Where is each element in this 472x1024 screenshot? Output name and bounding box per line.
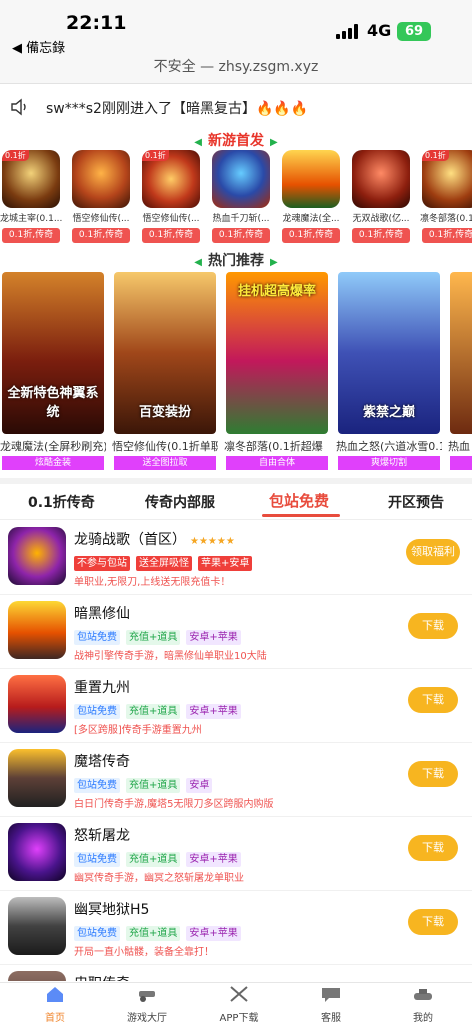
url-bar[interactable]: 不安全 — zhsy.zsgm.xyz (0, 58, 472, 84)
swords-icon (230, 986, 248, 1002)
category-tabs: 0.1折传奇 传奇内部服 包站免费 开区预告 (0, 478, 472, 520)
game-icon (8, 527, 66, 585)
game-thumbnail: 0.1折 (2, 150, 60, 208)
new-games-heading: ◀ 新游首发 ▶ (194, 133, 278, 149)
new-game-card[interactable]: 悟空修仙传(... 0.1折,传奇 (70, 150, 132, 243)
clock: 22:11 (66, 12, 127, 34)
arrow-left-icon: ◀ (194, 257, 202, 268)
list-item[interactable]: 龙骑战歌（首区） ★★★★★ 不参与包站 送全屏吸怪 苹果+安卓 单职业,无限刀,上线… (0, 521, 472, 595)
game-icon (8, 675, 66, 733)
notice-text: sw***s2刚刚进入了【暗黑复古】🔥🔥🔥 (46, 101, 309, 117)
new-game-card[interactable]: 0.1折 凛冬部落(0.1... 0.1折,传奇 (420, 150, 472, 243)
new-games-row: 0.1折 龙城主宰(0.1... 0.1折,传奇 悟空修仙传(... 0.1折,… (0, 150, 472, 245)
new-game-card[interactable]: 龙魂魔法(全... 0.1折,传奇 (280, 150, 342, 243)
download-button[interactable]: 下载 (408, 835, 458, 861)
nav-home[interactable]: 首页 (8, 985, 102, 1024)
game-icon (8, 749, 66, 807)
game-icon (8, 601, 66, 659)
game-thumbnail: 0.1折 (142, 150, 200, 208)
arrow-right-icon: ▶ (270, 137, 278, 148)
list-item[interactable]: 忠职传奇 (0, 965, 472, 981)
game-icon (8, 897, 66, 955)
active-tab-indicator (262, 514, 340, 517)
cannon-icon (139, 991, 155, 1002)
new-game-card[interactable]: 0.1折 悟空修仙传(... 0.1折,传奇 (140, 150, 202, 243)
download-button[interactable]: 下载 (408, 687, 458, 713)
game-poster: 全新特色神翼系统 (2, 272, 104, 434)
game-poster: 紫禁之巅 (338, 272, 440, 434)
tab-internal-server[interactable]: 传奇内部服 (145, 492, 215, 512)
bottom-nav: 首页 游戏大厅 APP下载 客服 我的 (0, 982, 472, 1024)
hot-game-card[interactable]: 挂机超高爆率 凛冬部落(0.1折超爆 自由合体 (224, 272, 330, 470)
new-game-card[interactable]: 热血千刀斩(... 0.1折,传奇 (210, 150, 272, 243)
game-icon (8, 823, 66, 881)
speaker-icon (11, 98, 26, 116)
signal-icon (336, 23, 360, 39)
new-game-card[interactable]: 无双战歌(亿... 0.1折,传奇 (350, 150, 412, 243)
game-thumbnail (212, 150, 270, 208)
game-list: 龙骑战歌（首区） ★★★★★ 不参与包站 送全屏吸怪 苹果+安卓 单职业,无限刀,上线… (0, 521, 472, 981)
download-button[interactable]: 下载 (408, 909, 458, 935)
game-thumbnail (282, 150, 340, 208)
game-thumbnail: 0.1折 (422, 150, 472, 208)
nav-game-hall[interactable]: 游戏大厅 (100, 985, 194, 1024)
nav-profile[interactable]: 我的 (376, 985, 470, 1024)
notice-bar: sw***s2刚刚进入了【暗黑复古】🔥🔥🔥 (0, 90, 472, 124)
list-item[interactable]: 暗黑修仙 包站免费 充值+道具 安卓+苹果 战神引擎传奇手游，暗黑修仙单职业10大陆… (0, 595, 472, 669)
tab-discount[interactable]: 0.1折传奇 (28, 492, 95, 512)
download-button[interactable]: 下载 (408, 613, 458, 639)
hot-games-heading: ◀ 热门推荐 ▶ (194, 253, 278, 269)
list-item[interactable]: 重置九州 包站免费 充值+道具 安卓+苹果 [多区跨服]传奇手游重置九州 下载 (0, 669, 472, 743)
arrow-left-icon: ◀ (194, 137, 202, 148)
nav-customer-service[interactable]: 客服 (284, 985, 378, 1024)
game-poster: 挂机超高爆率 (226, 272, 328, 434)
tab-server-preview[interactable]: 开区预告 (388, 492, 444, 512)
list-item[interactable]: 怒斩屠龙 包站免费 充值+道具 安卓+苹果 幽冥传奇手游，幽冥之怒斩屠龙单职业 下载 (0, 817, 472, 891)
nav-app-download[interactable]: APP下载 (192, 985, 286, 1024)
hot-games-row: 全新特色神翼系统 龙魂魔法(全屏秒刷充) 炫酷金装 百变装扮 悟空修仙传(0.1… (0, 272, 472, 470)
game-thumbnail (352, 150, 410, 208)
hot-game-card[interactable]: 紫禁之巅 热血之怒(六道冰雪0.1 爽爆切割 (336, 272, 442, 470)
back-to-app-link[interactable]: ◀ 備忘錄 (12, 37, 65, 56)
tank-icon (414, 989, 432, 1000)
status-bar: 22:11 ◀ 備忘錄 4G 69 (0, 0, 472, 58)
download-button[interactable]: 下载 (408, 761, 458, 787)
game-icon (8, 971, 66, 981)
hot-game-card[interactable]: 百变装扮 悟空修仙传(0.1折单职 送全图拉取 (112, 272, 218, 470)
game-poster: 百变装扮 (114, 272, 216, 434)
claim-benefit-button[interactable]: 领取福利 (406, 539, 460, 565)
tab-free-station[interactable]: 包站免费 (269, 490, 329, 511)
network-type: 4G (367, 21, 392, 40)
list-item[interactable]: 幽冥地狱H5 包站免费 充值+道具 安卓+苹果 开局一直小骷髅，装备全靠打！ 下载 (0, 891, 472, 965)
game-thumbnail (72, 150, 130, 208)
arrow-right-icon: ▶ (270, 257, 278, 268)
hot-game-card[interactable]: 全新特色神翼系统 龙魂魔法(全屏秒刷充) 炫酷金装 (0, 272, 106, 470)
game-poster (450, 272, 472, 434)
hot-game-card[interactable]: 热血 (448, 272, 472, 470)
list-item[interactable]: 魔塔传奇 包站免费 充值+道具 安卓 白日门传奇手游,魔塔5无限刀多区跨服内购版 下… (0, 743, 472, 817)
chat-icon (322, 988, 340, 1002)
rating-stars: ★★★★★ (190, 536, 235, 547)
home-icon (47, 987, 63, 1002)
new-game-card[interactable]: 0.1折 龙城主宰(0.1... 0.1折,传奇 (0, 150, 62, 243)
battery-icon: 69 (397, 22, 431, 41)
